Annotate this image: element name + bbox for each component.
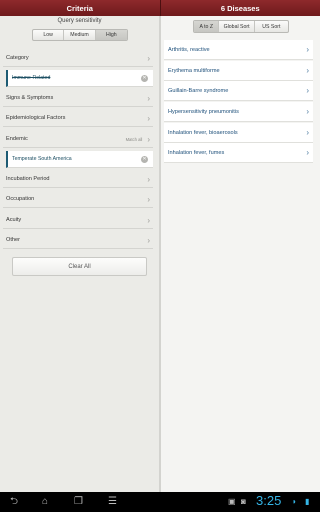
chevron-right-icon: › xyxy=(306,66,309,75)
signs-symptoms-label: Signs & Symptoms xyxy=(6,95,54,101)
back-icon[interactable]: ⮌ xyxy=(10,495,18,509)
disease-list-item[interactable]: Inhalation fever, fumes › xyxy=(164,143,313,163)
home-icon[interactable]: ⌂ xyxy=(42,495,48,509)
disease-list-item[interactable]: Hypersensitivity pneumonitis › xyxy=(164,102,313,122)
criteria-panel: Query sensitivity Low Medium High Catego… xyxy=(0,16,159,492)
camera-icon: ◙ xyxy=(241,497,246,506)
chevron-right-icon: › xyxy=(147,53,150,63)
criteria-row-occupation[interactable]: Occupation › xyxy=(3,191,153,208)
endemic-label: Endemic xyxy=(6,136,28,142)
chevron-right-icon: › xyxy=(147,93,150,103)
disease-list-item[interactable]: Guillain-Barre syndrome › xyxy=(164,81,313,101)
category-selected-chip[interactable]: Immune-Related ✕ xyxy=(6,70,153,87)
match-all-hint: Match all xyxy=(125,136,143,142)
disease-name: Hypersensitivity pneumonitis xyxy=(168,108,239,115)
criteria-row-signs-symptoms[interactable]: Signs & Symptoms › xyxy=(3,90,153,107)
disease-name: Inhalation fever, bioaerosols xyxy=(168,129,238,136)
query-sensitivity-control: Low Medium High xyxy=(32,29,128,41)
endemic-chip-label: Temperate South America xyxy=(12,156,72,162)
acuity-label: Acuity xyxy=(6,217,22,223)
criteria-row-epidemiological[interactable]: Epidemiological Factors › xyxy=(3,110,153,127)
title-bar: Criteria 6 Diseases xyxy=(0,0,320,16)
criteria-row-acuity[interactable]: Acuity › xyxy=(3,212,153,229)
remove-icon[interactable]: ✕ xyxy=(141,74,148,82)
criteria-row-category[interactable]: Category › xyxy=(3,50,153,67)
remove-icon[interactable]: ✕ xyxy=(141,155,148,163)
chevron-right-icon: › xyxy=(306,86,309,95)
system-navigation-bar: ⮌ ⌂ ❐ ☰ ▣ ◙ 3:25 ◗ ▮ xyxy=(0,492,320,512)
occupation-label: Occupation xyxy=(6,196,35,202)
epidemiological-label: Epidemiological Factors xyxy=(6,115,66,121)
disease-name: Inhalation fever, fumes xyxy=(168,149,225,156)
clear-all-button[interactable]: Clear All xyxy=(12,257,147,276)
sort-a-to-z-button[interactable]: A to Z xyxy=(194,21,220,32)
chevron-right-icon: › xyxy=(306,107,309,116)
disease-list-item[interactable]: Inhalation fever, bioaerosols › xyxy=(164,123,313,143)
disease-list-item[interactable]: Arthritis, reactive › xyxy=(164,40,313,60)
category-chip-label: Immune-Related xyxy=(12,75,51,81)
battery-icon: ▮ xyxy=(305,497,310,506)
chevron-right-icon: › xyxy=(306,45,309,54)
disease-name: Arthritis, reactive xyxy=(168,46,210,53)
clock: 3:25 xyxy=(256,493,282,508)
chevron-right-icon: › xyxy=(147,235,150,245)
menu-icon[interactable]: ☰ xyxy=(108,495,117,509)
recent-apps-icon[interactable]: ❐ xyxy=(74,495,83,509)
incubation-label: Incubation Period xyxy=(6,176,50,182)
gallery-icon: ▣ xyxy=(228,497,236,506)
disease-name: Erythema multiforme xyxy=(168,67,220,74)
chevron-right-icon: › xyxy=(306,148,309,157)
sort-global-button[interactable]: Global Sort xyxy=(219,21,255,32)
sort-control: A to Z Global Sort US Sort xyxy=(193,20,289,33)
diseases-count-title: 6 Diseases xyxy=(220,3,260,13)
chevron-right-icon: › xyxy=(147,113,150,123)
chevron-right-icon: › xyxy=(147,134,150,144)
sensitivity-medium-button[interactable]: Medium xyxy=(64,30,96,40)
sort-us-button[interactable]: US Sort xyxy=(255,21,288,32)
sensitivity-low-button[interactable]: Low xyxy=(33,30,65,40)
query-sensitivity-label: Query sensitivity xyxy=(57,18,102,24)
criteria-row-incubation[interactable]: Incubation Period › xyxy=(3,171,153,188)
chevron-right-icon: › xyxy=(147,194,150,204)
chevron-right-icon: › xyxy=(306,128,309,137)
other-label: Other xyxy=(6,237,20,243)
sensitivity-high-button[interactable]: High xyxy=(95,30,127,40)
chevron-right-icon: › xyxy=(147,215,150,225)
endemic-selected-chip[interactable]: Temperate South America ✕ xyxy=(6,151,153,168)
criteria-title: Criteria xyxy=(66,3,93,13)
chevron-right-icon: › xyxy=(147,174,150,184)
criteria-row-other[interactable]: Other › xyxy=(3,232,153,249)
criteria-row-endemic[interactable]: Endemic Match all › xyxy=(3,131,153,148)
disease-list-item[interactable]: Erythema multiforme › xyxy=(164,61,313,81)
diseases-panel: A to Z Global Sort US Sort Arthritis, re… xyxy=(161,16,320,492)
category-label: Category xyxy=(6,55,29,61)
disease-name: Guillain-Barre syndrome xyxy=(168,87,229,94)
wifi-icon: ◗ xyxy=(292,497,297,506)
